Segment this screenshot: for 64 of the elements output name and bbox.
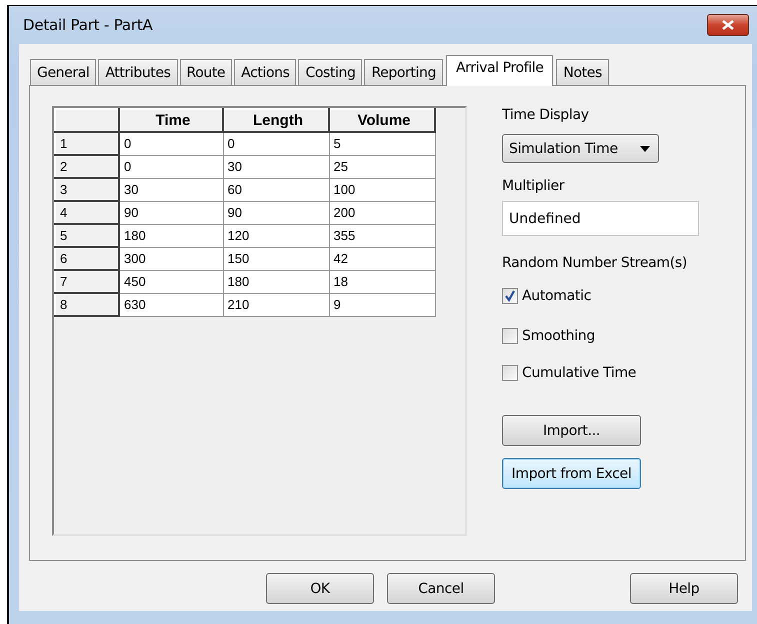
column-header[interactable]: Time xyxy=(119,109,223,132)
checkbox-label[interactable]: Cumulative Time xyxy=(522,365,636,381)
table-cell[interactable]: 200 xyxy=(329,201,435,224)
tab[interactable]: Reporting xyxy=(364,59,443,85)
table-cell[interactable]: 355 xyxy=(329,224,435,247)
dialog-button[interactable]: OK xyxy=(266,573,374,604)
checkbox[interactable] xyxy=(502,365,518,381)
tab[interactable]: Route xyxy=(180,59,232,85)
dialog-button[interactable]: Help xyxy=(630,573,738,604)
table-cell[interactable]: 30 xyxy=(223,155,329,178)
row-header[interactable]: 7 xyxy=(55,270,119,293)
table-cell[interactable]: 30 xyxy=(119,178,223,201)
checkbox-label[interactable]: Smoothing xyxy=(522,328,595,344)
tab[interactable]: Attributes xyxy=(98,59,178,85)
tab[interactable]: Costing xyxy=(298,59,362,85)
row-header[interactable]: 3 xyxy=(55,178,119,201)
tab[interactable]: General xyxy=(30,59,96,85)
table-cell[interactable]: 0 xyxy=(119,155,223,178)
table-cell[interactable]: 90 xyxy=(223,201,329,224)
corner-header xyxy=(55,109,119,132)
column-header[interactable]: Length xyxy=(223,109,329,132)
table-cell[interactable]: 120 xyxy=(223,224,329,247)
window-title: Detail Part - PartA xyxy=(23,16,153,34)
row-header[interactable]: 1 xyxy=(55,132,119,155)
tab[interactable]: Actions xyxy=(234,59,296,85)
table-cell[interactable]: 450 xyxy=(119,270,223,293)
tab[interactable]: Notes xyxy=(556,59,609,85)
table-cell[interactable]: 90 xyxy=(119,201,223,224)
checkbox[interactable] xyxy=(502,288,518,304)
table-cell[interactable]: 180 xyxy=(119,224,223,247)
tab[interactable]: Arrival Profile xyxy=(446,55,554,86)
row-header[interactable]: 5 xyxy=(55,224,119,247)
row-header[interactable]: 4 xyxy=(55,201,119,224)
table-cell[interactable]: 100 xyxy=(329,178,435,201)
table-cell[interactable]: 300 xyxy=(119,247,223,270)
row-header[interactable]: 2 xyxy=(55,155,119,178)
close-icon xyxy=(722,20,734,30)
table-cell[interactable]: 42 xyxy=(329,247,435,270)
dropdown-arrow-icon xyxy=(640,146,650,152)
table-cell[interactable]: 210 xyxy=(223,293,329,316)
table-cell[interactable]: 5 xyxy=(329,132,435,155)
import-button[interactable]: Import from Excel xyxy=(502,458,641,489)
checkbox-label[interactable]: Automatic xyxy=(522,288,592,304)
table-cell[interactable]: 180 xyxy=(223,270,329,293)
table-cell[interactable]: 0 xyxy=(119,132,223,155)
row-header[interactable]: 6 xyxy=(55,247,119,270)
close-button[interactable] xyxy=(707,14,749,36)
column-header[interactable]: Volume xyxy=(329,109,435,132)
table-cell[interactable]: 630 xyxy=(119,293,223,316)
field-label: Multiplier xyxy=(502,177,564,195)
table-cell[interactable]: 0 xyxy=(223,132,329,155)
section-label: Random Number Stream(s) xyxy=(502,254,688,272)
import-button[interactable]: Import... xyxy=(502,415,641,446)
table-cell[interactable]: 150 xyxy=(223,247,329,270)
row-header[interactable]: 8 xyxy=(55,293,119,316)
multiplier-field[interactable]: Undefined xyxy=(502,201,699,236)
table-cell[interactable]: 18 xyxy=(329,270,435,293)
field-label: Time Display xyxy=(502,106,589,124)
time-display-dropdown[interactable]: Simulation Time xyxy=(502,134,659,163)
table-cell[interactable]: 60 xyxy=(223,178,329,201)
table-cell[interactable]: 9 xyxy=(329,293,435,316)
table-cell[interactable]: 25 xyxy=(329,155,435,178)
dialog-button[interactable]: Cancel xyxy=(387,573,495,604)
checkbox[interactable] xyxy=(502,328,518,344)
